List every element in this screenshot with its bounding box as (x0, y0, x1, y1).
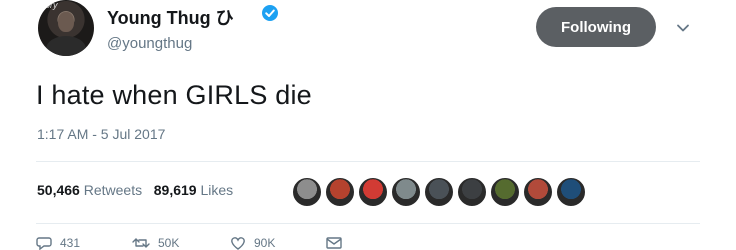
liker-avatar[interactable] (424, 177, 454, 207)
reply-button[interactable]: 431 (36, 236, 80, 250)
avatar-face (58, 12, 74, 32)
tweet-actions: 431 50K 90K (36, 236, 376, 250)
retweet-button[interactable]: 50K (132, 236, 179, 250)
chevron-down-icon[interactable] (676, 21, 690, 35)
reply-icon (36, 237, 52, 250)
retweets-count: 50,466 (37, 182, 80, 198)
liker-avatar[interactable] (358, 177, 388, 207)
liker-avatar[interactable] (391, 177, 421, 207)
tweet-text: I hate when GIRLS die (36, 80, 312, 110)
user-handle[interactable]: @youngthug (107, 35, 192, 52)
heart-icon (231, 237, 245, 250)
envelope-icon (326, 237, 342, 249)
retweet-icon (132, 238, 150, 248)
divider (36, 161, 700, 162)
like-button[interactable]: 90K (230, 236, 275, 250)
like-count: 90K (254, 236, 276, 250)
liker-avatar[interactable] (292, 177, 322, 207)
liker-avatar[interactable] (490, 177, 520, 207)
liker-avatar[interactable] (457, 177, 487, 207)
likes-count: 89,619 (153, 182, 197, 198)
liker-avatar[interactable] (523, 177, 553, 207)
retweet-count: 50K (158, 236, 180, 250)
retweets-stat[interactable]: 50,466 Retweets (37, 182, 142, 198)
following-button[interactable]: Following (536, 7, 656, 47)
message-button[interactable] (326, 236, 342, 250)
likes-stat[interactable]: 89,619 Likes (154, 182, 233, 198)
avatar[interactable]: story (38, 0, 94, 56)
reply-count: 431 (60, 236, 81, 250)
avatar-tag: story (38, 0, 58, 10)
liker-avatar[interactable] (325, 177, 355, 207)
retweets-label: Retweets (83, 182, 143, 198)
display-name[interactable]: Young Thug ひ (107, 4, 234, 30)
likes-label: Likes (200, 182, 234, 198)
divider (36, 223, 700, 224)
tweet-timestamp[interactable]: 1:17 AM - 5 Jul 2017 (37, 126, 165, 142)
avatar-shirt (46, 36, 86, 56)
verified-badge-icon (262, 5, 278, 21)
liker-avatar[interactable] (556, 177, 586, 207)
engagement-stats: 50,466 Retweets 89,619 Likes (37, 182, 233, 198)
